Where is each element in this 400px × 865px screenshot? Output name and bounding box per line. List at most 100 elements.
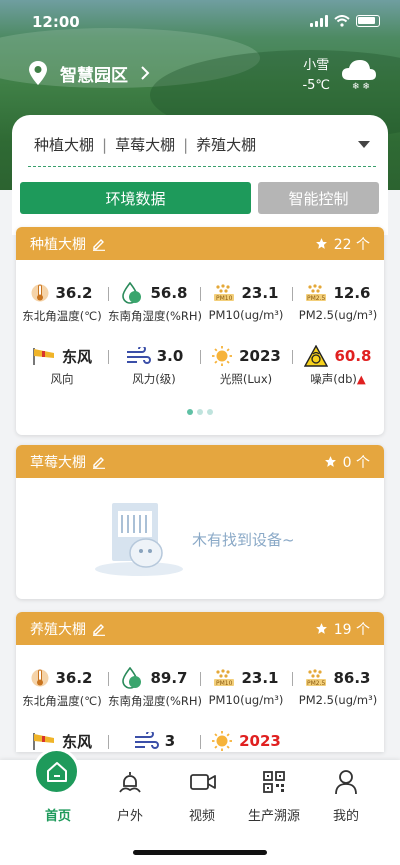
- pm25-icon: PM2.5: [306, 284, 327, 302]
- device-count: 19 个: [315, 619, 370, 639]
- sensor-humidity[interactable]: 89.7 东南角湿度(%RH): [108, 667, 202, 709]
- tab-breeding[interactable]: 养殖大棚: [196, 134, 256, 155]
- sensor-label: PM10(ug/m³): [208, 308, 284, 322]
- status-bar: 12:00: [0, 0, 400, 44]
- sensor-value: 23.1: [241, 284, 279, 302]
- pm10-icon: PM10: [214, 669, 235, 687]
- panel-title: 养殖大棚: [30, 621, 86, 638]
- sensor-wind-force[interactable]: 3: [108, 730, 200, 752]
- env-data-button[interactable]: 环境数据: [20, 182, 251, 214]
- humidity-icon: [122, 282, 142, 304]
- sensor-wind-force[interactable]: 3.0 风力(级): [108, 345, 200, 387]
- top-card: [12, 115, 388, 235]
- sensor-value: 12.6: [333, 284, 371, 302]
- wifi-icon: [334, 15, 350, 27]
- signal-icon: [310, 15, 328, 27]
- pm25-icon: PM2.5: [306, 669, 327, 687]
- divider: [292, 672, 293, 686]
- sensor-label: 风向: [50, 372, 74, 386]
- sensor-label: PM2.5(ug/m³): [298, 693, 378, 707]
- nav-label: 户外: [116, 809, 143, 824]
- sensor-wind-direction[interactable]: 东风 风向: [16, 345, 108, 387]
- divider: [292, 287, 293, 301]
- empty-state-text: 木有找到设备~: [192, 531, 295, 549]
- thermometer-icon: [31, 284, 49, 302]
- sensor-value: 2023: [239, 732, 281, 750]
- tab-planting[interactable]: 种植大棚: [34, 134, 94, 155]
- sensor-value: 东风: [61, 347, 92, 366]
- sensor-label-text: 噪声(db): [310, 372, 357, 386]
- device-count: 22 个: [315, 234, 370, 254]
- wind-icon: [126, 347, 151, 364]
- svg-text:PM2.5: PM2.5: [307, 680, 326, 687]
- sensor-noise[interactable]: 60.8 噪声(db)▲: [292, 345, 384, 387]
- sun-icon: [212, 731, 233, 751]
- home-button-circle: [33, 748, 80, 795]
- svg-text:PM10: PM10: [216, 680, 233, 687]
- sensor-value: 3: [164, 732, 176, 750]
- divider: [108, 735, 109, 749]
- sensor-temperature[interactable]: 36.2 东北角温度(℃): [16, 282, 108, 324]
- sensor-illumination[interactable]: 2023: [200, 730, 292, 752]
- smart-control-button[interactable]: 智能控制: [258, 182, 379, 214]
- svg-text:PM10: PM10: [216, 295, 233, 302]
- edit-icon[interactable]: [92, 622, 106, 636]
- svg-text:❄ ❄: ❄ ❄: [352, 82, 370, 92]
- panel-header: 种植大棚 22 个: [16, 227, 384, 260]
- divider: [200, 672, 201, 686]
- star-icon: [324, 456, 336, 467]
- sensor-humidity[interactable]: 56.8 东南角湿度(%RH): [108, 282, 202, 324]
- location-name: 智慧园区: [60, 65, 128, 86]
- user-icon: [335, 770, 357, 795]
- edit-icon[interactable]: [92, 237, 106, 251]
- sensor-value: 56.8: [150, 284, 188, 302]
- dashed-divider: [28, 166, 376, 167]
- sensor-value: 36.2: [55, 669, 93, 687]
- nav-label: 我的: [332, 809, 359, 824]
- tab-strawberry[interactable]: 草莓大棚: [115, 134, 175, 155]
- sun-icon: [212, 346, 233, 366]
- home-icon: [46, 761, 67, 782]
- device-count-text: 19 个: [333, 621, 370, 638]
- nav-label: 视频: [188, 809, 215, 824]
- edit-icon[interactable]: [92, 455, 106, 469]
- status-time: 12:00: [32, 13, 80, 31]
- sensor-value: 86.3: [333, 669, 371, 687]
- weather-temp: -5℃: [302, 78, 330, 93]
- tab-separator: |: [102, 135, 108, 154]
- greenhouse-panel-planting: 种植大棚 22 个 36.2 东北角温度(℃) 56.8 东南角湿度(%RH): [16, 227, 384, 435]
- sensor-value: 60.8: [334, 347, 372, 365]
- sensor-pm25[interactable]: PM2.5 12.6 PM2.5(ug/m³): [292, 282, 384, 324]
- sensor-label: PM10(ug/m³): [208, 693, 284, 707]
- sensor-value: 东风: [61, 732, 92, 751]
- empty-state-illustration: [95, 503, 183, 576]
- panel-title: 草莓大棚: [30, 454, 86, 471]
- sensor-temperature[interactable]: 36.2 东北角温度(℃): [16, 667, 108, 709]
- sensor-label: 噪声(db)▲: [292, 371, 384, 387]
- sensor-label: 东北角温度(℃): [22, 309, 102, 323]
- location-selector[interactable]: 智慧园区: [28, 60, 150, 86]
- sensor-value: 36.2: [55, 284, 93, 302]
- sensor-pm10[interactable]: PM10 23.1 PM10(ug/m³): [200, 667, 292, 709]
- greenhouse-panel-breeding: 养殖大棚 19 个 36.2 东北角温度(℃) 89.7 东南角湿度(%RH): [16, 612, 384, 752]
- sensor-label: 光照(Lux): [219, 372, 273, 386]
- weather-condition: 小雪: [303, 58, 330, 73]
- sensor-pm25[interactable]: PM2.5 86.3 PM2.5(ug/m³): [292, 667, 384, 709]
- humidity-icon: [122, 667, 142, 689]
- home-indicator: [133, 850, 267, 855]
- device-count: 0 个: [324, 452, 370, 472]
- greenhouse-panel-strawberry: 草莓大棚 0 个 木有找到设备~: [16, 445, 384, 599]
- divider: [200, 735, 201, 749]
- divider: [108, 350, 109, 364]
- noise-icon: [304, 345, 329, 367]
- divider: [108, 287, 109, 301]
- sensor-illumination[interactable]: 2023 光照(Lux): [200, 345, 292, 387]
- location-pin-icon: [29, 61, 47, 85]
- dropdown-arrow-icon[interactable]: [358, 141, 370, 148]
- pm10-icon: PM10: [214, 284, 235, 302]
- weather-widget: 小雪 -5℃ ❄ ❄: [302, 56, 378, 96]
- divider: [200, 287, 201, 301]
- outdoor-icon: [119, 772, 141, 793]
- sensor-pm10[interactable]: PM10 23.1 PM10(ug/m³): [200, 282, 292, 324]
- greenhouse-tabs: 种植大棚 | 草莓大棚 | 养殖大棚: [34, 134, 370, 155]
